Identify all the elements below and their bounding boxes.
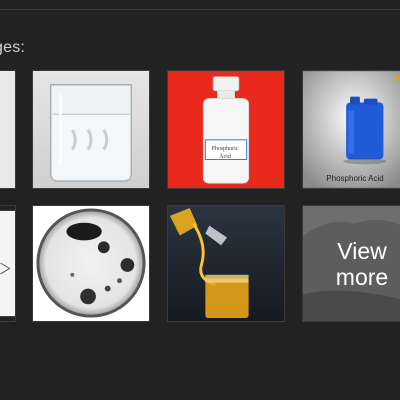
reagent-bottle-image <box>168 71 284 188</box>
brand-logo: K <box>395 73 400 85</box>
petri-dish-image <box>33 206 149 321</box>
top-divider <box>0 0 400 10</box>
drum-caption: Phosphoric Acid <box>326 174 384 183</box>
diagram-image <box>0 210 15 317</box>
pouring-liquid-image <box>168 206 284 321</box>
image-thumbnail-reagent-bottle[interactable]: Phosphoric Acid <box>167 70 285 189</box>
view-more-tile[interactable]: View more <box>302 205 400 322</box>
image-thumbnail-beaker[interactable] <box>32 70 150 189</box>
section-heading: ges: <box>0 39 26 56</box>
chemical-drum-image <box>303 71 400 188</box>
image-thumbnail-partial-1[interactable] <box>0 70 16 189</box>
image-thumbnail-petri-dish[interactable] <box>32 205 150 322</box>
view-more-label[interactable]: View more <box>303 238 400 290</box>
image-thumbnail-chemical-drum[interactable]: K Phosphoric Acid <box>302 70 400 189</box>
image-thumbnail-partial-2[interactable] <box>0 205 16 322</box>
beaker-image <box>33 71 149 188</box>
bottle-label: Phosphoric Acid <box>211 146 239 160</box>
image-thumbnail-pouring-liquid[interactable] <box>167 205 285 322</box>
